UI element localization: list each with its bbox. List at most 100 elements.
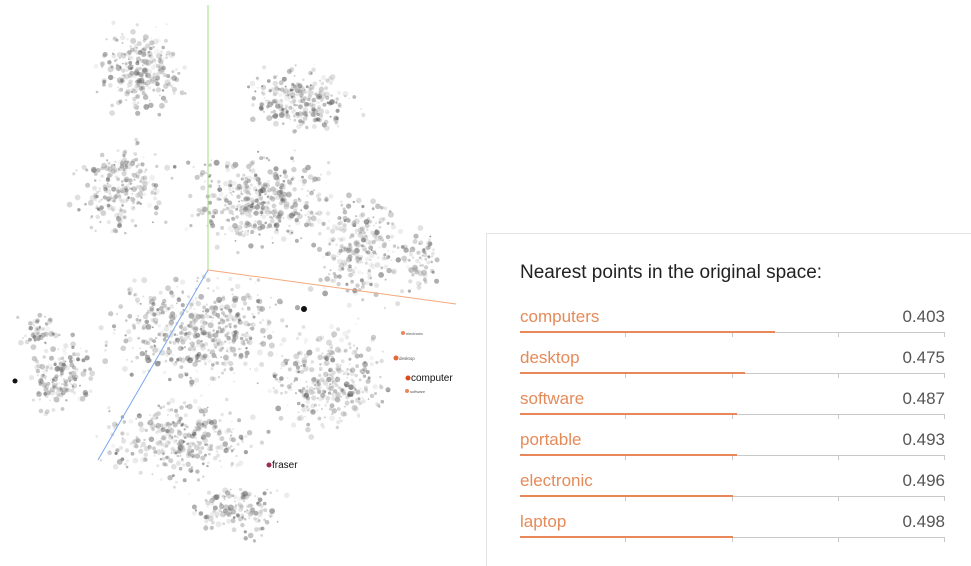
data-point[interactable] <box>148 337 153 341</box>
data-point[interactable] <box>113 164 116 166</box>
data-point[interactable] <box>119 206 123 210</box>
data-point[interactable] <box>195 469 200 474</box>
data-point[interactable] <box>163 38 168 43</box>
data-point[interactable] <box>171 70 175 74</box>
data-point[interactable] <box>352 200 355 204</box>
data-point[interactable] <box>223 504 230 511</box>
data-point[interactable] <box>177 296 181 300</box>
data-point[interactable] <box>127 64 134 71</box>
data-point[interactable] <box>160 310 165 315</box>
data-point[interactable] <box>350 399 355 404</box>
data-point[interactable] <box>112 228 118 233</box>
data-point[interactable] <box>104 340 109 344</box>
data-point[interactable] <box>144 36 146 39</box>
data-point[interactable] <box>272 215 275 218</box>
data-point[interactable] <box>254 527 259 532</box>
data-point[interactable] <box>243 174 246 177</box>
data-point[interactable] <box>269 215 272 219</box>
data-point[interactable] <box>311 410 314 413</box>
data-point[interactable] <box>22 337 24 339</box>
data-point[interactable] <box>249 368 252 370</box>
data-point[interactable] <box>152 88 156 92</box>
data-point[interactable] <box>372 224 375 227</box>
data-point[interactable] <box>256 382 259 385</box>
data-point[interactable] <box>215 312 220 318</box>
data-point[interactable] <box>375 203 381 210</box>
data-point[interactable] <box>408 279 413 284</box>
data-point[interactable] <box>424 265 429 270</box>
data-point[interactable] <box>244 434 248 439</box>
data-point[interactable] <box>427 255 431 259</box>
data-point[interactable] <box>332 272 336 276</box>
data-point[interactable] <box>323 390 327 394</box>
data-point[interactable] <box>229 488 232 491</box>
data-point[interactable] <box>230 445 233 448</box>
data-point[interactable] <box>236 442 240 446</box>
data-point[interactable] <box>243 450 248 455</box>
data-point[interactable] <box>240 225 243 229</box>
data-point[interactable] <box>347 393 351 398</box>
data-point[interactable] <box>421 254 424 257</box>
data-point[interactable] <box>266 207 272 213</box>
data-point[interactable] <box>156 200 162 206</box>
data-point[interactable] <box>214 511 220 517</box>
data-point[interactable] <box>224 340 227 343</box>
data-point[interactable] <box>131 172 135 176</box>
data-point[interactable] <box>250 224 255 229</box>
data-point[interactable] <box>23 334 27 338</box>
data-point[interactable] <box>298 104 303 110</box>
data-point[interactable] <box>306 189 310 193</box>
data-point[interactable] <box>205 500 211 506</box>
data-point[interactable] <box>138 66 143 70</box>
data-point[interactable] <box>233 448 236 451</box>
data-point[interactable] <box>54 361 57 364</box>
data-point[interactable] <box>296 123 302 130</box>
data-point[interactable] <box>135 94 140 99</box>
data-point[interactable] <box>136 413 142 419</box>
selected-point-computer[interactable] <box>405 375 411 381</box>
data-point[interactable] <box>334 383 339 388</box>
data-point[interactable] <box>230 287 234 292</box>
data-point[interactable] <box>257 497 263 503</box>
data-point[interactable] <box>177 341 180 344</box>
data-point[interactable] <box>18 339 24 346</box>
data-point[interactable] <box>172 340 177 345</box>
data-point[interactable] <box>153 153 157 156</box>
data-point[interactable] <box>183 346 187 349</box>
data-point[interactable] <box>137 163 141 167</box>
data-point[interactable] <box>183 372 187 375</box>
data-point[interactable] <box>328 347 332 351</box>
data-point[interactable] <box>362 244 366 248</box>
data-point[interactable] <box>52 396 55 399</box>
data-point[interactable] <box>327 220 331 223</box>
data-point[interactable] <box>361 281 366 286</box>
data-point[interactable] <box>149 174 156 181</box>
data-point[interactable] <box>194 377 200 383</box>
data-point[interactable] <box>309 190 314 196</box>
data-point[interactable] <box>135 192 141 198</box>
data-point[interactable] <box>364 256 370 262</box>
data-point[interactable] <box>138 318 142 322</box>
data-point[interactable] <box>48 317 53 322</box>
data-point[interactable] <box>147 180 151 184</box>
data-point[interactable] <box>252 315 256 319</box>
data-point[interactable] <box>190 213 194 218</box>
data-point[interactable] <box>335 363 338 366</box>
data-point[interactable] <box>220 225 225 230</box>
data-point[interactable] <box>127 82 133 88</box>
data-point[interactable] <box>147 355 150 358</box>
data-point[interactable] <box>208 200 212 205</box>
data-point[interactable] <box>333 115 339 121</box>
data-point[interactable] <box>392 244 397 248</box>
data-point[interactable] <box>175 302 178 305</box>
data-point[interactable] <box>188 193 193 199</box>
data-point[interactable] <box>320 90 326 97</box>
data-point[interactable] <box>227 514 230 517</box>
data-point[interactable] <box>171 353 174 357</box>
data-point[interactable] <box>44 315 46 318</box>
data-point[interactable] <box>153 344 156 347</box>
data-point[interactable] <box>119 87 124 92</box>
data-point[interactable] <box>65 399 68 402</box>
data-point[interactable] <box>247 335 252 340</box>
data-point[interactable] <box>145 60 152 66</box>
